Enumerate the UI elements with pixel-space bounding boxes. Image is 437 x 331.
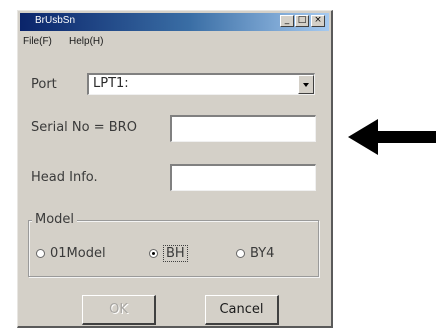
port-label: Port xyxy=(31,77,57,92)
screenshot-stage: BrUsbSn _ □ × File(F) Help(H) Port LPT1:… xyxy=(0,0,437,331)
serial-label: Serial No = BRO xyxy=(31,120,137,135)
dropdown-button[interactable] xyxy=(298,75,314,94)
serial-input[interactable] xyxy=(170,115,316,142)
head-info-label: Head Info. xyxy=(31,170,98,185)
head-info-input[interactable] xyxy=(170,164,316,191)
dialog-window: BrUsbSn _ □ × File(F) Help(H) Port LPT1:… xyxy=(17,10,333,328)
radio-icon xyxy=(36,248,45,258)
model-group-label: Model xyxy=(32,212,78,227)
port-select[interactable]: LPT1: xyxy=(87,73,315,95)
cancel-button[interactable]: Cancel xyxy=(205,295,279,325)
menu-file[interactable]: File(F) xyxy=(23,36,52,47)
menu-help[interactable]: Help(H) xyxy=(69,36,103,47)
radio-bh-label: BH xyxy=(163,244,188,262)
titlebar-buttons: _ □ × xyxy=(279,15,325,27)
radio-by4[interactable]: BY4 xyxy=(236,244,274,262)
port-select-value: LPT1: xyxy=(93,76,129,91)
radio-selected-icon xyxy=(149,248,158,258)
maximize-button[interactable]: □ xyxy=(295,15,309,27)
radio-01model[interactable]: 01Model xyxy=(36,244,106,262)
title-bar[interactable]: BrUsbSn _ □ × xyxy=(20,13,329,31)
chevron-down-icon xyxy=(303,83,309,87)
ok-button[interactable]: OK xyxy=(82,295,156,325)
radio-by4-label: BY4 xyxy=(250,245,275,261)
menu-bar: File(F) Help(H) xyxy=(20,33,329,49)
window-title: BrUsbSn xyxy=(35,15,76,26)
close-button[interactable]: × xyxy=(311,15,325,27)
radio-01model-label: 01Model xyxy=(50,245,106,261)
left-arrow-icon xyxy=(348,119,436,155)
minimize-button[interactable]: _ xyxy=(280,15,294,27)
radio-icon xyxy=(236,248,245,258)
radio-bh[interactable]: BH xyxy=(149,244,188,262)
